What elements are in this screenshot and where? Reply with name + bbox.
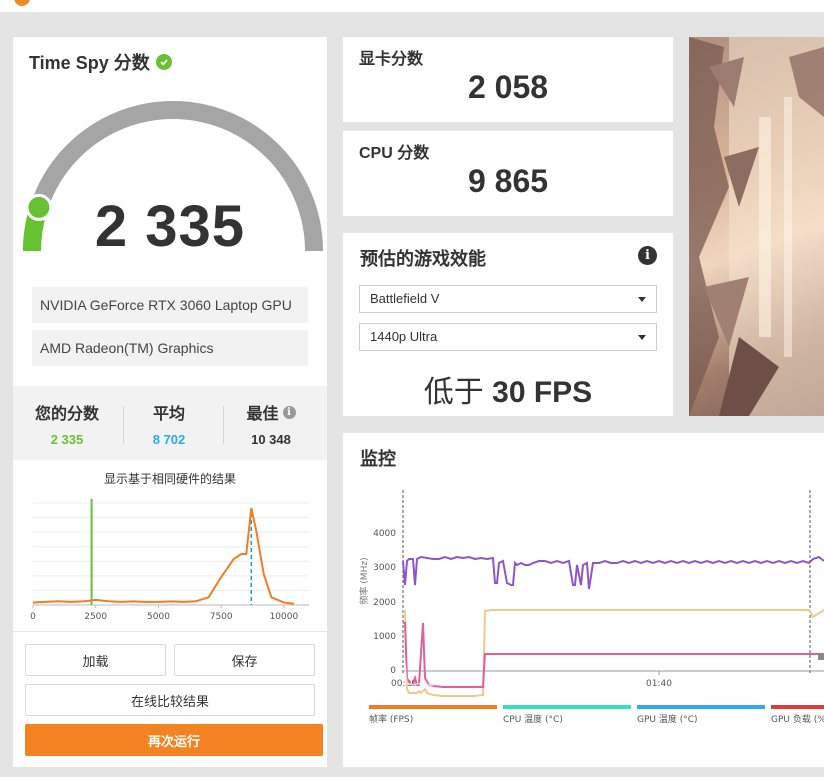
preset-select[interactable]: 1440p Ultra (359, 323, 657, 351)
chevron-down-icon (638, 297, 646, 302)
monitor-y-tick: 4000 (373, 529, 396, 539)
cpu-score-value: 9 865 (467, 163, 549, 199)
gpu-name: NVIDIA GeForce RTX 3060 Laptop GPU (32, 287, 308, 323)
your-score-col: 您的分数 2 335 (17, 400, 117, 447)
cpu-score-card: CPU 分数 9 865 (343, 131, 673, 216)
cpu-score-label: CPU 分数 (359, 145, 430, 162)
legend-bar-gpu-temp (637, 705, 765, 709)
gpu-score-value: 2 058 (467, 69, 549, 105)
distribution-line (32, 507, 295, 605)
monitor-side-label: ■ (817, 653, 824, 661)
dist-x-tick: 5000 (147, 612, 170, 622)
cpu-clock-trace (402, 555, 824, 590)
load-button[interactable]: 加载 (25, 644, 166, 676)
dist-x-tick: 7500 (210, 612, 233, 622)
total-score: 2 335 (94, 194, 246, 259)
dist-x-tick: 2500 (84, 612, 107, 622)
game-performance-card: 预估的游戏效能 i Battlefield V 1440p Ultra 低于 3… (343, 233, 673, 416)
estimated-fps: 低于 30 FPS (343, 367, 673, 411)
run-again-button[interactable]: 再次运行 (25, 724, 323, 756)
benchmark-artwork (689, 37, 824, 416)
avg-score-col: 平均 8 702 (119, 400, 219, 447)
cpu-name: AMD Radeon(TM) Graphics (32, 330, 308, 366)
best-score-label: 最佳 i (221, 400, 321, 424)
legend-gpu-load: GPU 负载 (%) (771, 713, 824, 725)
best-score-col: 最佳 i 10 348 (221, 400, 321, 447)
fps-prefix: 低于 (423, 376, 484, 409)
your-score-label: 您的分数 (34, 406, 99, 423)
dist-x-tick: 10000 (270, 612, 299, 622)
artwork-image (689, 37, 824, 416)
monitor-y-tick: 3000 (373, 563, 396, 573)
legend-cpu-temp: CPU 温度 (°C) (503, 713, 563, 725)
gpu-score-card: 显卡分数 2 058 (343, 37, 673, 122)
legend-bar-fps (369, 705, 497, 709)
gpu-temp-trace (403, 622, 824, 688)
panel-divider (13, 631, 327, 632)
best-score-value: 10 348 (251, 432, 291, 447)
legend-gpu-temp: GPU 温度 (°C) (637, 713, 698, 725)
legend-bar-gpu-load (771, 705, 824, 709)
monitor-y-tick: 2000 (373, 598, 396, 608)
avg-score-label: 平均 (152, 406, 185, 423)
info-icon[interactable]: i (282, 405, 296, 419)
monitor-card: 监控 频率 (MHz) 0 1000 2000 3000 4000 00:00 … (343, 433, 824, 767)
monitor-y-tick: 1000 (373, 632, 396, 642)
dist-x-tick: 0 (30, 612, 36, 622)
score-title-text: Time Spy 分数 (29, 53, 150, 73)
compare-online-button[interactable]: 在线比较结果 (25, 684, 315, 716)
score-compare: 您的分数 2 335 平均 8 702 最佳 i 10 348 (13, 386, 327, 460)
fps-value: 30 FPS (492, 376, 593, 409)
monitor-chart: 频率 (MHz) 0 1000 2000 3000 4000 00:00 01:… (358, 490, 824, 725)
monitor-y-axis-label: 频率 (MHz) (358, 557, 370, 604)
score-title: Time Spy 分数 (29, 49, 172, 75)
legend-bar-cpu-temp (503, 705, 631, 709)
check-icon (155, 54, 172, 70)
best-score-label-text: 最佳 (246, 406, 279, 423)
avg-score-value: 8 702 (152, 432, 186, 447)
monitor-y-tick: 0 (390, 666, 396, 676)
game-performance-title: 预估的游戏效能 (360, 249, 486, 269)
gpu-score-label: 显卡分数 (359, 51, 424, 68)
distribution-chart: 0 2500 5000 7500 10000 (30, 499, 309, 622)
info-icon[interactable]: i (638, 246, 657, 265)
distribution-title: 显示基于相同硬件的结果 (103, 472, 236, 486)
monitor-x-tick: 01:40 (646, 679, 672, 689)
chevron-down-icon (638, 335, 646, 340)
save-button[interactable]: 保存 (174, 644, 315, 676)
score-panel: Time Spy 分数 2 335 NVIDIA GeForce RTX 306… (13, 37, 327, 767)
game-select[interactable]: Battlefield V (359, 285, 657, 313)
game-select-value: Battlefield V (370, 291, 440, 306)
legend-fps: 帧率 (FPS) (369, 713, 413, 725)
your-score-value: 2 335 (50, 432, 84, 447)
monitor-title: 监控 (360, 449, 396, 469)
preset-select-value: 1440p Ultra (370, 329, 438, 344)
top-bar (0, 0, 824, 12)
app-logo-icon (14, 0, 30, 6)
